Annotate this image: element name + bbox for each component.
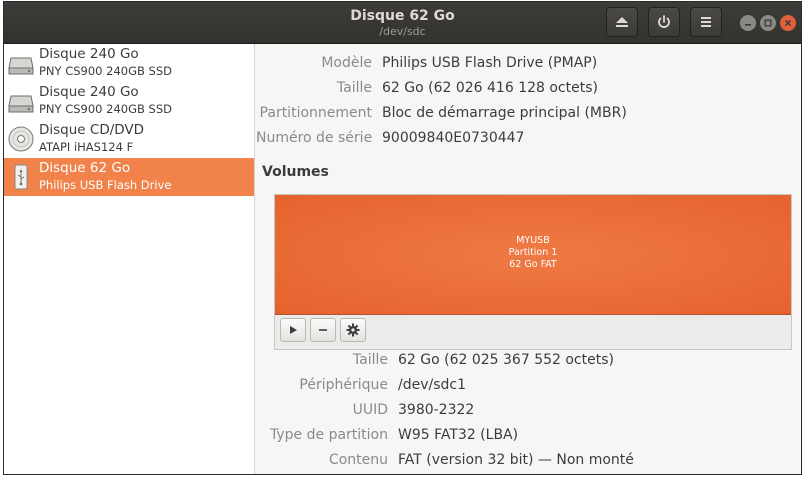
drive-name: Disque 62 Go [39,160,131,176]
volumes-heading: Volumes [262,164,329,180]
power-icon [658,15,670,28]
window-subtitle: /dev/sdc [379,25,426,38]
power-button[interactable] [648,7,680,37]
drive-model: ATAPI iHAS124 F [39,140,134,154]
drive-model: PNY CS900 240GB SSD [39,102,173,116]
mount-button[interactable] [280,318,306,342]
drive-name: Disque CD/DVD [39,122,145,138]
drive-item[interactable]: Disque CD/DVD ATAPI iHAS124 F [4,120,254,158]
optical-disc-icon [8,126,34,152]
volumes-map: MYUSB Partition 1 62 Go FAT [274,194,792,350]
info-value: Bloc de démarrage principal (MBR) [382,105,627,121]
info-label: Type de partition [270,427,388,443]
info-value: W95 FAT32 (LBA) [398,427,519,443]
menu-button[interactable] [690,7,722,37]
drive-list: Disque 240 Go PNY CS900 240GB SSD Disque… [4,44,255,474]
info-value: 62 Go (62 026 416 128 octets) [382,80,598,96]
info-value: 3980-2322 [398,402,475,418]
hard-disk-icon [8,95,34,113]
minimize-button[interactable] [740,15,756,31]
drive-name: Disque 240 Go [39,84,139,100]
drive-item[interactable]: Disque 240 Go PNY CS900 240GB SSD [4,82,254,120]
info-value: FAT (version 32 bit) — Non monté [398,452,634,468]
info-label: Numéro de série [256,130,373,146]
eject-icon [616,17,628,27]
info-label: Partitionnement [259,105,372,121]
drive-item-selected[interactable]: Disque 62 Go Philips USB Flash Drive [4,158,254,196]
close-icon [784,19,792,27]
info-label: Taille [336,80,372,96]
usb-drive-icon [14,164,28,190]
eject-button[interactable] [606,7,638,37]
delete-partition-button[interactable] [310,318,336,342]
minimize-icon [745,24,751,26]
close-button[interactable] [780,15,796,31]
partition-block[interactable]: MYUSB Partition 1 62 Go FAT [275,195,791,315]
hard-disk-icon [8,57,34,75]
play-icon [290,326,297,334]
info-value: Philips USB Flash Drive (PMAP) [382,55,598,71]
disks-window: Disque 62 Go /dev/sdc Disque 240 Go PNY … [3,1,802,475]
info-label: Contenu [328,452,388,468]
drive-model: PNY CS900 240GB SSD [39,64,173,78]
info-label: UUID [352,402,388,418]
minus-icon [319,329,327,331]
info-label: Modèle [321,55,372,71]
info-label: Taille [352,352,388,368]
window-title: Disque 62 Go [350,8,455,24]
info-value: 62 Go (62 025 367 552 octets) [398,352,614,368]
partition-label: MYUSB [516,235,550,246]
partition-number: Partition 1 [508,247,558,258]
partition-settings-button[interactable] [340,318,366,342]
info-value: /dev/sdc1 [398,377,467,393]
drive-item[interactable]: Disque 240 Go PNY CS900 240GB SSD [4,44,254,82]
hamburger-menu-icon [701,17,711,27]
gear-icon [346,323,360,337]
drive-model: Philips USB Flash Drive [39,178,172,192]
maximize-icon [764,19,772,27]
info-label: Périphérique [299,377,388,393]
drive-details: Modèle Philips USB Flash Drive (PMAP) Ta… [256,44,801,474]
drive-name: Disque 240 Go [39,46,139,62]
partition-summary: 62 Go FAT [509,259,557,270]
info-value: 90009840E0730447 [382,130,525,146]
header-bar: Disque 62 Go /dev/sdc [4,2,801,44]
maximize-button[interactable] [760,15,776,31]
